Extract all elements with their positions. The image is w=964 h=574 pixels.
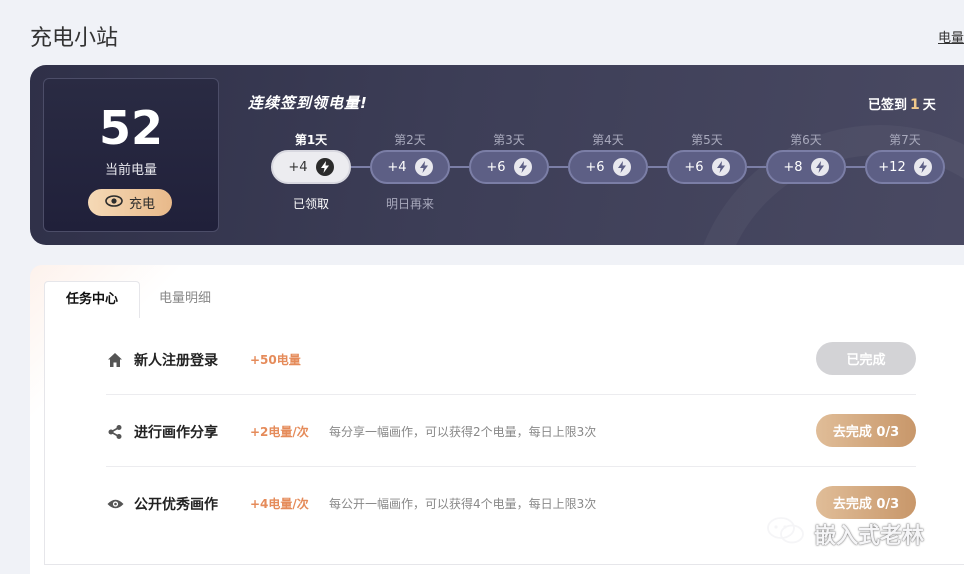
signin-day-3[interactable]: +6 <box>469 150 549 184</box>
charge-button-label: 充电 <box>128 197 155 212</box>
eye-icon <box>106 495 124 513</box>
task-go-button[interactable]: 去完成 0/3 <box>816 414 916 447</box>
signin-connector <box>549 166 568 168</box>
task-name: 新人注册登录 <box>134 353 218 369</box>
signin-day-label: 第2天 <box>394 133 426 147</box>
home-icon <box>106 351 124 369</box>
wechat-icon <box>766 516 806 552</box>
signin-day-7[interactable]: +12 <box>865 150 945 184</box>
wechat-watermark: 嵌入式老林 <box>766 516 924 552</box>
signin-day-6[interactable]: +8 <box>766 150 846 184</box>
signed-days-prefix: 已签到 <box>868 98 908 113</box>
task-row: 进行画作分享 +2电量/次 每分享一幅画作，可以获得2个电量，每日上限3次 去完… <box>106 395 916 467</box>
lightning-icon <box>414 158 433 176</box>
share-icon <box>106 423 124 441</box>
energy-label: 当前电量 <box>104 163 157 178</box>
page-title: 充电小站 <box>30 26 119 51</box>
signin-connector <box>450 166 469 168</box>
signed-days-suffix: 天 <box>922 98 936 113</box>
lightning-icon <box>513 158 532 176</box>
signin-day-label: 第6天 <box>790 133 822 147</box>
signin-day-4[interactable]: +6 <box>568 150 648 184</box>
signin-day-reward: +4 <box>387 159 407 175</box>
signin-connector <box>846 166 865 168</box>
task-reward: +50电量 <box>250 353 301 367</box>
signin-day-label: 第1天 <box>294 133 328 147</box>
tab-task-center-label: 任务中心 <box>65 292 118 307</box>
watermark-text: 嵌入式老林 <box>814 524 925 549</box>
energy-panel: 52 当前电量 充电 <box>43 78 219 232</box>
energy-value: 52 <box>98 101 163 155</box>
task-reward: +4电量/次 <box>250 497 309 511</box>
signin-day-reward: +6 <box>585 159 605 175</box>
signin-day-label: 第3天 <box>493 133 525 147</box>
lightning-icon <box>913 158 932 176</box>
lightning-icon <box>612 158 631 176</box>
signin-day-label: 第5天 <box>691 133 723 147</box>
signin-day-label: 第4天 <box>592 133 624 147</box>
lightning-icon <box>711 158 730 176</box>
task-description: 每分享一幅画作，可以获得2个电量，每日上限3次 <box>329 425 597 439</box>
signin-day-reward: +12 <box>878 159 906 175</box>
signin-day-label: 第7天 <box>889 133 921 147</box>
task-name: 进行画作分享 <box>134 425 218 441</box>
signin-connector <box>351 166 370 168</box>
task-row: 新人注册登录 +50电量 已完成 <box>106 323 916 395</box>
signin-banner: 52 当前电量 充电 连续签到领电量! 已签到 1 天 第1天 +4 已领取 第2天 +4 明… <box>30 65 964 245</box>
charge-icon <box>105 194 123 211</box>
signed-days-counter: 已签到 1 天 <box>868 94 936 113</box>
task-completed-button[interactable]: 已完成 <box>816 342 916 375</box>
tab-energy-detail[interactable]: 电量明细 <box>140 281 230 319</box>
signin-day-reward: +6 <box>486 159 506 175</box>
signin-day-reward: +8 <box>783 159 803 175</box>
signin-connector <box>747 166 766 168</box>
signin-day-reward: +6 <box>684 159 704 175</box>
lightning-icon <box>315 158 334 176</box>
signed-days-count: 1 <box>910 97 920 113</box>
signin-day-2[interactable]: +4 <box>370 150 450 184</box>
task-go-button[interactable]: 去完成 0/3 <box>816 486 916 519</box>
tab-task-center[interactable]: 任务中心 <box>44 281 140 320</box>
charge-button[interactable]: 充电 <box>88 189 172 216</box>
task-description: 每公开一幅画作，可以获得4个电量，每日上限3次 <box>329 497 597 511</box>
signin-day-5[interactable]: +6 <box>667 150 747 184</box>
task-reward: +2电量/次 <box>250 425 309 439</box>
signin-connector <box>648 166 667 168</box>
signin-day-reward: +4 <box>288 159 308 175</box>
signin-day-status: 明日再来 <box>385 197 434 211</box>
task-name: 公开优秀画作 <box>134 497 218 513</box>
signin-day-status: 已领取 <box>292 197 329 211</box>
tab-energy-detail-label: 电量明细 <box>158 291 211 306</box>
signin-day-1[interactable]: +4 <box>271 150 351 184</box>
tabs-bar: 任务中心 电量明细 <box>44 281 964 320</box>
signin-title: 连续签到领电量! <box>248 94 368 112</box>
energy-detail-link[interactable]: 电量 <box>938 27 964 46</box>
lightning-icon <box>810 158 829 176</box>
